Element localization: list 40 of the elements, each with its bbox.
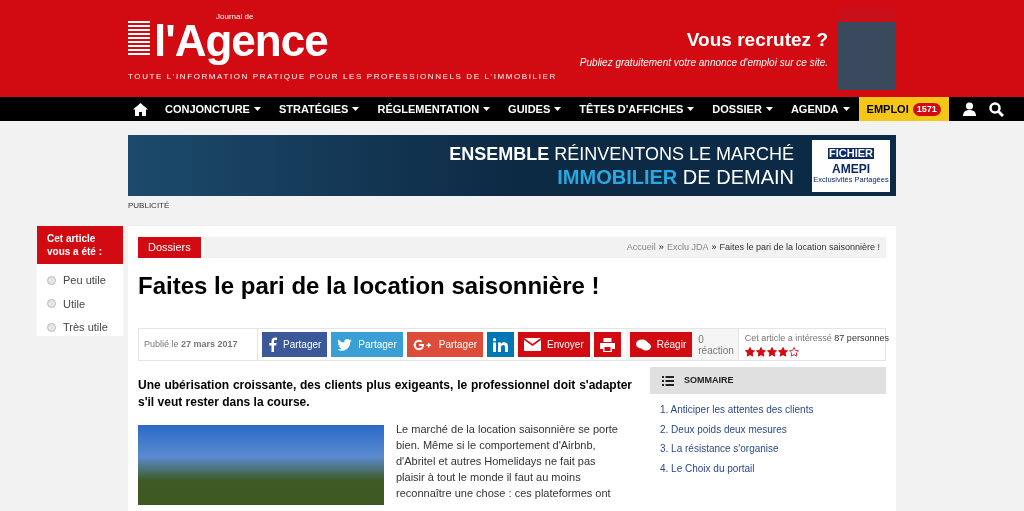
nav-item[interactable]: DOSSIER xyxy=(703,97,782,121)
email-share-button[interactable]: Envoyer xyxy=(518,332,590,357)
publish-date: Publié le 27 mars 2017 xyxy=(144,337,238,351)
job-count-badge: 1571 xyxy=(912,102,941,116)
category-tab[interactable]: Dossiers xyxy=(138,237,201,258)
summary-header: SOMMAIRE xyxy=(650,367,886,394)
nav-item[interactable]: CONJONCTURE xyxy=(156,97,270,121)
breadcrumb-separator: » xyxy=(711,240,717,254)
article-lead: Une ubérisation croissante, des clients plus exigeants, le professionnel doit s'adapter s'il veut rester dans la course. xyxy=(138,377,632,411)
promo-title[interactable]: Vous recrutez ? xyxy=(686,26,828,55)
banner-headline: IMMOBILIER DE DEMAIN xyxy=(557,165,794,189)
breadcrumb-separator: » xyxy=(658,240,664,254)
reaction-count: 0 xyxy=(698,333,705,345)
ad-label: PUBLICITÉ xyxy=(128,200,171,212)
summary-link[interactable]: 4. Le Choix du portail xyxy=(660,458,876,478)
summary-link[interactable]: 1. Anticiper les attentes des clients xyxy=(660,400,876,420)
breadcrumb-link[interactable]: Faites le pari de la location saisonnière ! xyxy=(719,240,880,255)
summary-link[interactable]: 2. Deux poids deux mesures xyxy=(660,419,876,439)
emploi-nav-item[interactable]: EMPLOI 1571 xyxy=(858,97,949,121)
nav-item[interactable]: AGENDA xyxy=(781,97,859,121)
nav-item[interactable]: RÉGLEMENTATION xyxy=(368,97,500,121)
nav-item[interactable]: GUIDES xyxy=(499,97,571,121)
article-body: Le marché de la location saisonnière se porte bien. Même si le comportement d'Airbnb, d'Abritel et autres Homelidays ne fait pas plaisir à tout le monde il faut au moins reconnaître une chose : ces plateformes ont xyxy=(396,422,619,501)
rating-panel-title: Cet article vous a été : xyxy=(37,226,123,264)
banner-headline: ENSEMBLE RÉINVENTONS LE MARCHÉ xyxy=(449,142,794,166)
facebook-share-button[interactable]: Partager xyxy=(262,332,328,357)
rating-option[interactable]: Peu utile xyxy=(47,272,113,289)
logo-small-text: Journal de xyxy=(216,12,255,21)
summary-link[interactable]: 3. La résistance s'organise xyxy=(660,439,876,459)
article-title: Faites le pari de la location saisonnière ! xyxy=(138,271,601,301)
promo-subtitle: Publiez gratuitement votre annonce d'emploi sur ce site. xyxy=(579,55,828,70)
tagline: TOUTE L'INFORMATION PRATIQUE POUR LES PROFESSIONNELS DE L'IMMOBILIER xyxy=(128,71,557,83)
rating-option[interactable]: Utile xyxy=(47,295,113,312)
nav-item[interactable]: STRATÉGIES xyxy=(269,97,369,121)
rating-option[interactable]: Très utile xyxy=(47,319,113,336)
reaction-unit: réaction xyxy=(698,344,734,356)
nav-item[interactable]: TÊTES D'AFFICHES xyxy=(570,97,704,121)
react-button[interactable]: Réagir xyxy=(629,332,693,357)
interest-text: Cet article a intéressé 87 personnes xyxy=(744,331,889,345)
gplus-share-button[interactable]: Partager xyxy=(406,332,484,357)
